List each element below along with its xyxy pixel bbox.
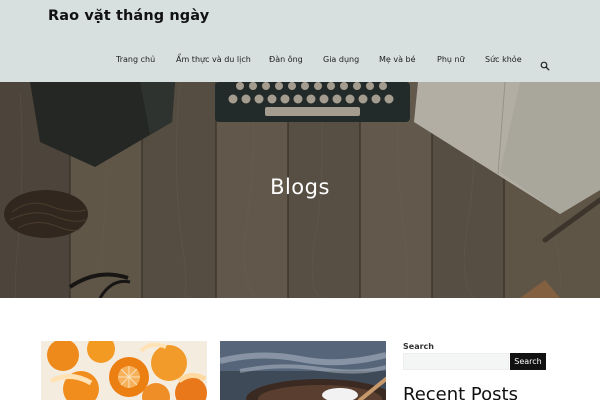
sidebar-search-button[interactable]: Search	[510, 353, 546, 370]
nav-item-trang-chu[interactable]: Trang chủ	[116, 55, 155, 64]
post-thumbnail-oranges[interactable]	[41, 341, 207, 400]
nav-item-phu-nu[interactable]: Phụ nữ	[437, 55, 465, 64]
nav-item-suc-khoe[interactable]: Sức khỏe	[485, 55, 522, 64]
nav-item-gia-dung[interactable]: Gia dụng	[323, 55, 359, 64]
bowl-of-food-photo	[220, 341, 386, 400]
recent-posts-heading: Recent Posts	[403, 384, 518, 400]
nav-item-am-thuc[interactable]: Ẩm thực và du lịch	[176, 55, 251, 64]
main-nav: Trang chủ Ẩm thực và du lịch Đàn ông Gia…	[0, 55, 600, 67]
sidebar-search-input[interactable]	[403, 353, 509, 370]
oranges-photo	[41, 341, 207, 400]
post-thumbnail-bowl[interactable]	[220, 341, 386, 400]
nav-item-dan-ong[interactable]: Đàn ông	[269, 55, 303, 64]
site-header: Rao vặt tháng ngày Trang chủ Ẩm thực và …	[0, 0, 600, 82]
site-title[interactable]: Rao vặt tháng ngày	[48, 8, 209, 24]
nav-item-me-va-be[interactable]: Mẹ và bé	[379, 55, 416, 64]
page-title: Blogs	[270, 175, 330, 199]
search-icon[interactable]	[540, 56, 550, 71]
hero-banner: Blogs	[0, 82, 600, 298]
sidebar-search-label: Search	[403, 342, 434, 351]
